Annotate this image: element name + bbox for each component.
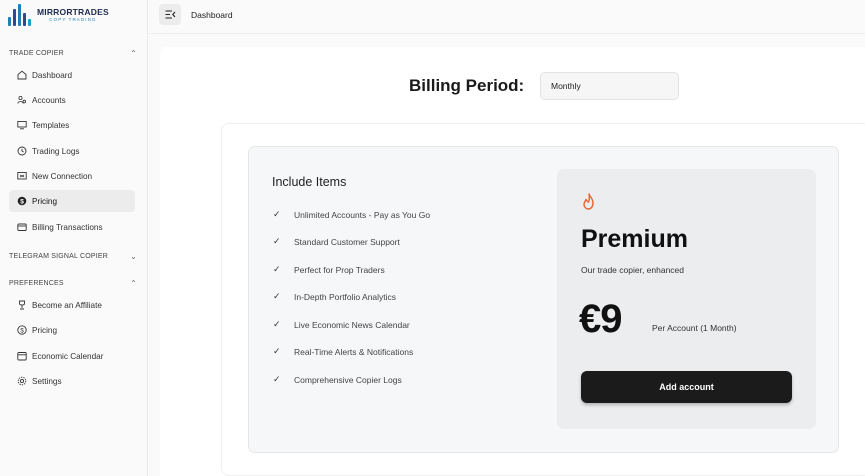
chevron-down-icon: ⌄: [130, 252, 137, 261]
logo-mark-icon: [8, 4, 31, 26]
check-icon: ✓: [273, 209, 281, 219]
feature-item: ✓ Real-Time Alerts & Notifications: [273, 346, 413, 357]
sidebar-item-label: Accounts: [32, 95, 66, 105]
feature-label: Standard Customer Support: [294, 236, 400, 247]
check-icon: ✓: [273, 236, 281, 246]
feature-item: ✓ Comprehensive Copier Logs: [273, 374, 402, 385]
sidebar-item-label: Trading Logs: [32, 146, 80, 156]
section-preferences[interactable]: PREFERENCES ⌃: [9, 279, 137, 288]
check-icon: ✓: [273, 264, 281, 274]
chevron-up-icon: ⌃: [130, 279, 137, 288]
connection-icon: [16, 171, 27, 182]
home-icon: [16, 70, 27, 81]
sidebar-item-economic-calendar[interactable]: Economic Calendar: [9, 345, 135, 367]
feature-item: ✓ Standard Customer Support: [273, 236, 400, 247]
logo-title: MIRRORTRADES: [37, 7, 109, 17]
plan-price: €9: [579, 297, 622, 341]
feature-label: Comprehensive Copier Logs: [294, 374, 402, 385]
add-account-button[interactable]: Add account: [581, 371, 792, 403]
calendar-icon: [16, 351, 27, 362]
sidebar-item-label: Templates: [32, 120, 70, 130]
feature-item: ✓ In-Depth Portfolio Analytics: [273, 291, 396, 302]
feature-item: ✓ Perfect for Prop Traders: [273, 264, 385, 275]
sidebar-item-settings[interactable]: Settings: [9, 370, 135, 392]
sidebar-item-templates[interactable]: Templates: [9, 114, 135, 136]
feature-label: Unlimited Accounts - Pay as You Go: [294, 209, 431, 220]
trophy-icon: [16, 300, 27, 311]
monitor-icon: [16, 120, 27, 131]
feature-label: In-Depth Portfolio Analytics: [294, 291, 397, 302]
sidebar-item-label: Economic Calendar: [32, 351, 104, 361]
sidebar-item-new-connection[interactable]: New Connection: [9, 165, 135, 187]
feature-label: Real-Time Alerts & Notifications: [294, 346, 414, 357]
check-icon: ✓: [273, 291, 281, 301]
sidebar-item-label: Billing Transactions: [32, 222, 103, 232]
sidebar-item-pricing-pref[interactable]: $ Pricing: [9, 319, 135, 341]
billing-period-label: Billing Period:: [409, 76, 525, 95]
section-title: TELEGRAM SIGNAL COPIER: [9, 253, 109, 260]
sidebar-item-billing-transactions[interactable]: Billing Transactions: [9, 216, 135, 238]
sidebar-toggle-icon: [165, 6, 176, 24]
premium-plan-box: Premium Our trade copier, enhanced €9 Pe…: [557, 169, 816, 429]
sidebar-item-label: Pricing: [32, 325, 58, 335]
check-icon: ✓: [273, 374, 281, 384]
sidebar-item-become-affiliate[interactable]: Become an Affiliate: [9, 294, 135, 316]
svg-text:$: $: [20, 198, 24, 205]
flame-icon: [581, 193, 597, 211]
top-bar: Dashboard: [148, 0, 865, 34]
sidebar-item-label: Become an Affiliate: [32, 300, 102, 310]
sidebar-item-label: New Connection: [32, 171, 93, 181]
sidebar-item-label: Dashboard: [32, 70, 73, 80]
gear-icon: [16, 376, 27, 387]
billing-period-select[interactable]: Monthly: [540, 72, 679, 100]
section-trade-copier[interactable]: TRADE COPIER ⌃: [9, 49, 137, 58]
feature-item: ✓ Unlimited Accounts - Pay as You Go: [273, 209, 430, 220]
sidebar-toggle-button[interactable]: [159, 4, 181, 25]
sidebar: MIRRORTRADES COPY TRADING TRADE COPIER ⌃…: [0, 0, 148, 476]
dollar-circle-icon: $: [16, 196, 27, 207]
chevron-up-icon: ⌃: [130, 49, 137, 58]
breadcrumb[interactable]: Dashboard: [191, 10, 233, 20]
sidebar-item-accounts[interactable]: Accounts: [9, 89, 135, 111]
wallet-icon: [16, 222, 27, 233]
include-items-title: Include Items: [272, 175, 347, 189]
sidebar-item-pricing[interactable]: $ Pricing: [9, 190, 135, 212]
check-icon: ✓: [273, 319, 281, 329]
sidebar-item-label: Pricing: [32, 196, 58, 206]
price-note: Per Account (1 Month): [652, 323, 737, 333]
plan-card: Include Items ✓ Unlimited Accounts - Pay …: [248, 146, 839, 453]
check-icon: ✓: [273, 346, 281, 356]
logo[interactable]: MIRRORTRADES COPY TRADING: [8, 3, 109, 27]
logo-subtitle: COPY TRADING: [49, 16, 97, 22]
users-icon: [16, 95, 27, 106]
section-title: PREFERENCES: [9, 280, 64, 287]
section-telegram-signal-copier[interactable]: TELEGRAM SIGNAL COPIER ⌄: [9, 252, 137, 261]
feature-label: Live Economic News Calendar: [294, 319, 410, 330]
sidebar-item-label: Settings: [32, 376, 62, 386]
plan-subtitle: Our trade copier, enhanced: [581, 265, 685, 275]
history-icon: [16, 146, 27, 157]
dollar-outline-icon: $: [16, 325, 27, 336]
section-title: TRADE COPIER: [9, 50, 64, 57]
sidebar-item-trading-logs[interactable]: Trading Logs: [9, 140, 135, 162]
feature-item: ✓ Live Economic News Calendar: [273, 319, 410, 330]
main-content: Billing Period: Monthly Include Items ✓ U…: [160, 47, 865, 476]
plan-name: Premium: [581, 225, 688, 253]
feature-label: Perfect for Prop Traders: [294, 264, 385, 275]
sidebar-item-dashboard[interactable]: Dashboard: [9, 64, 135, 86]
